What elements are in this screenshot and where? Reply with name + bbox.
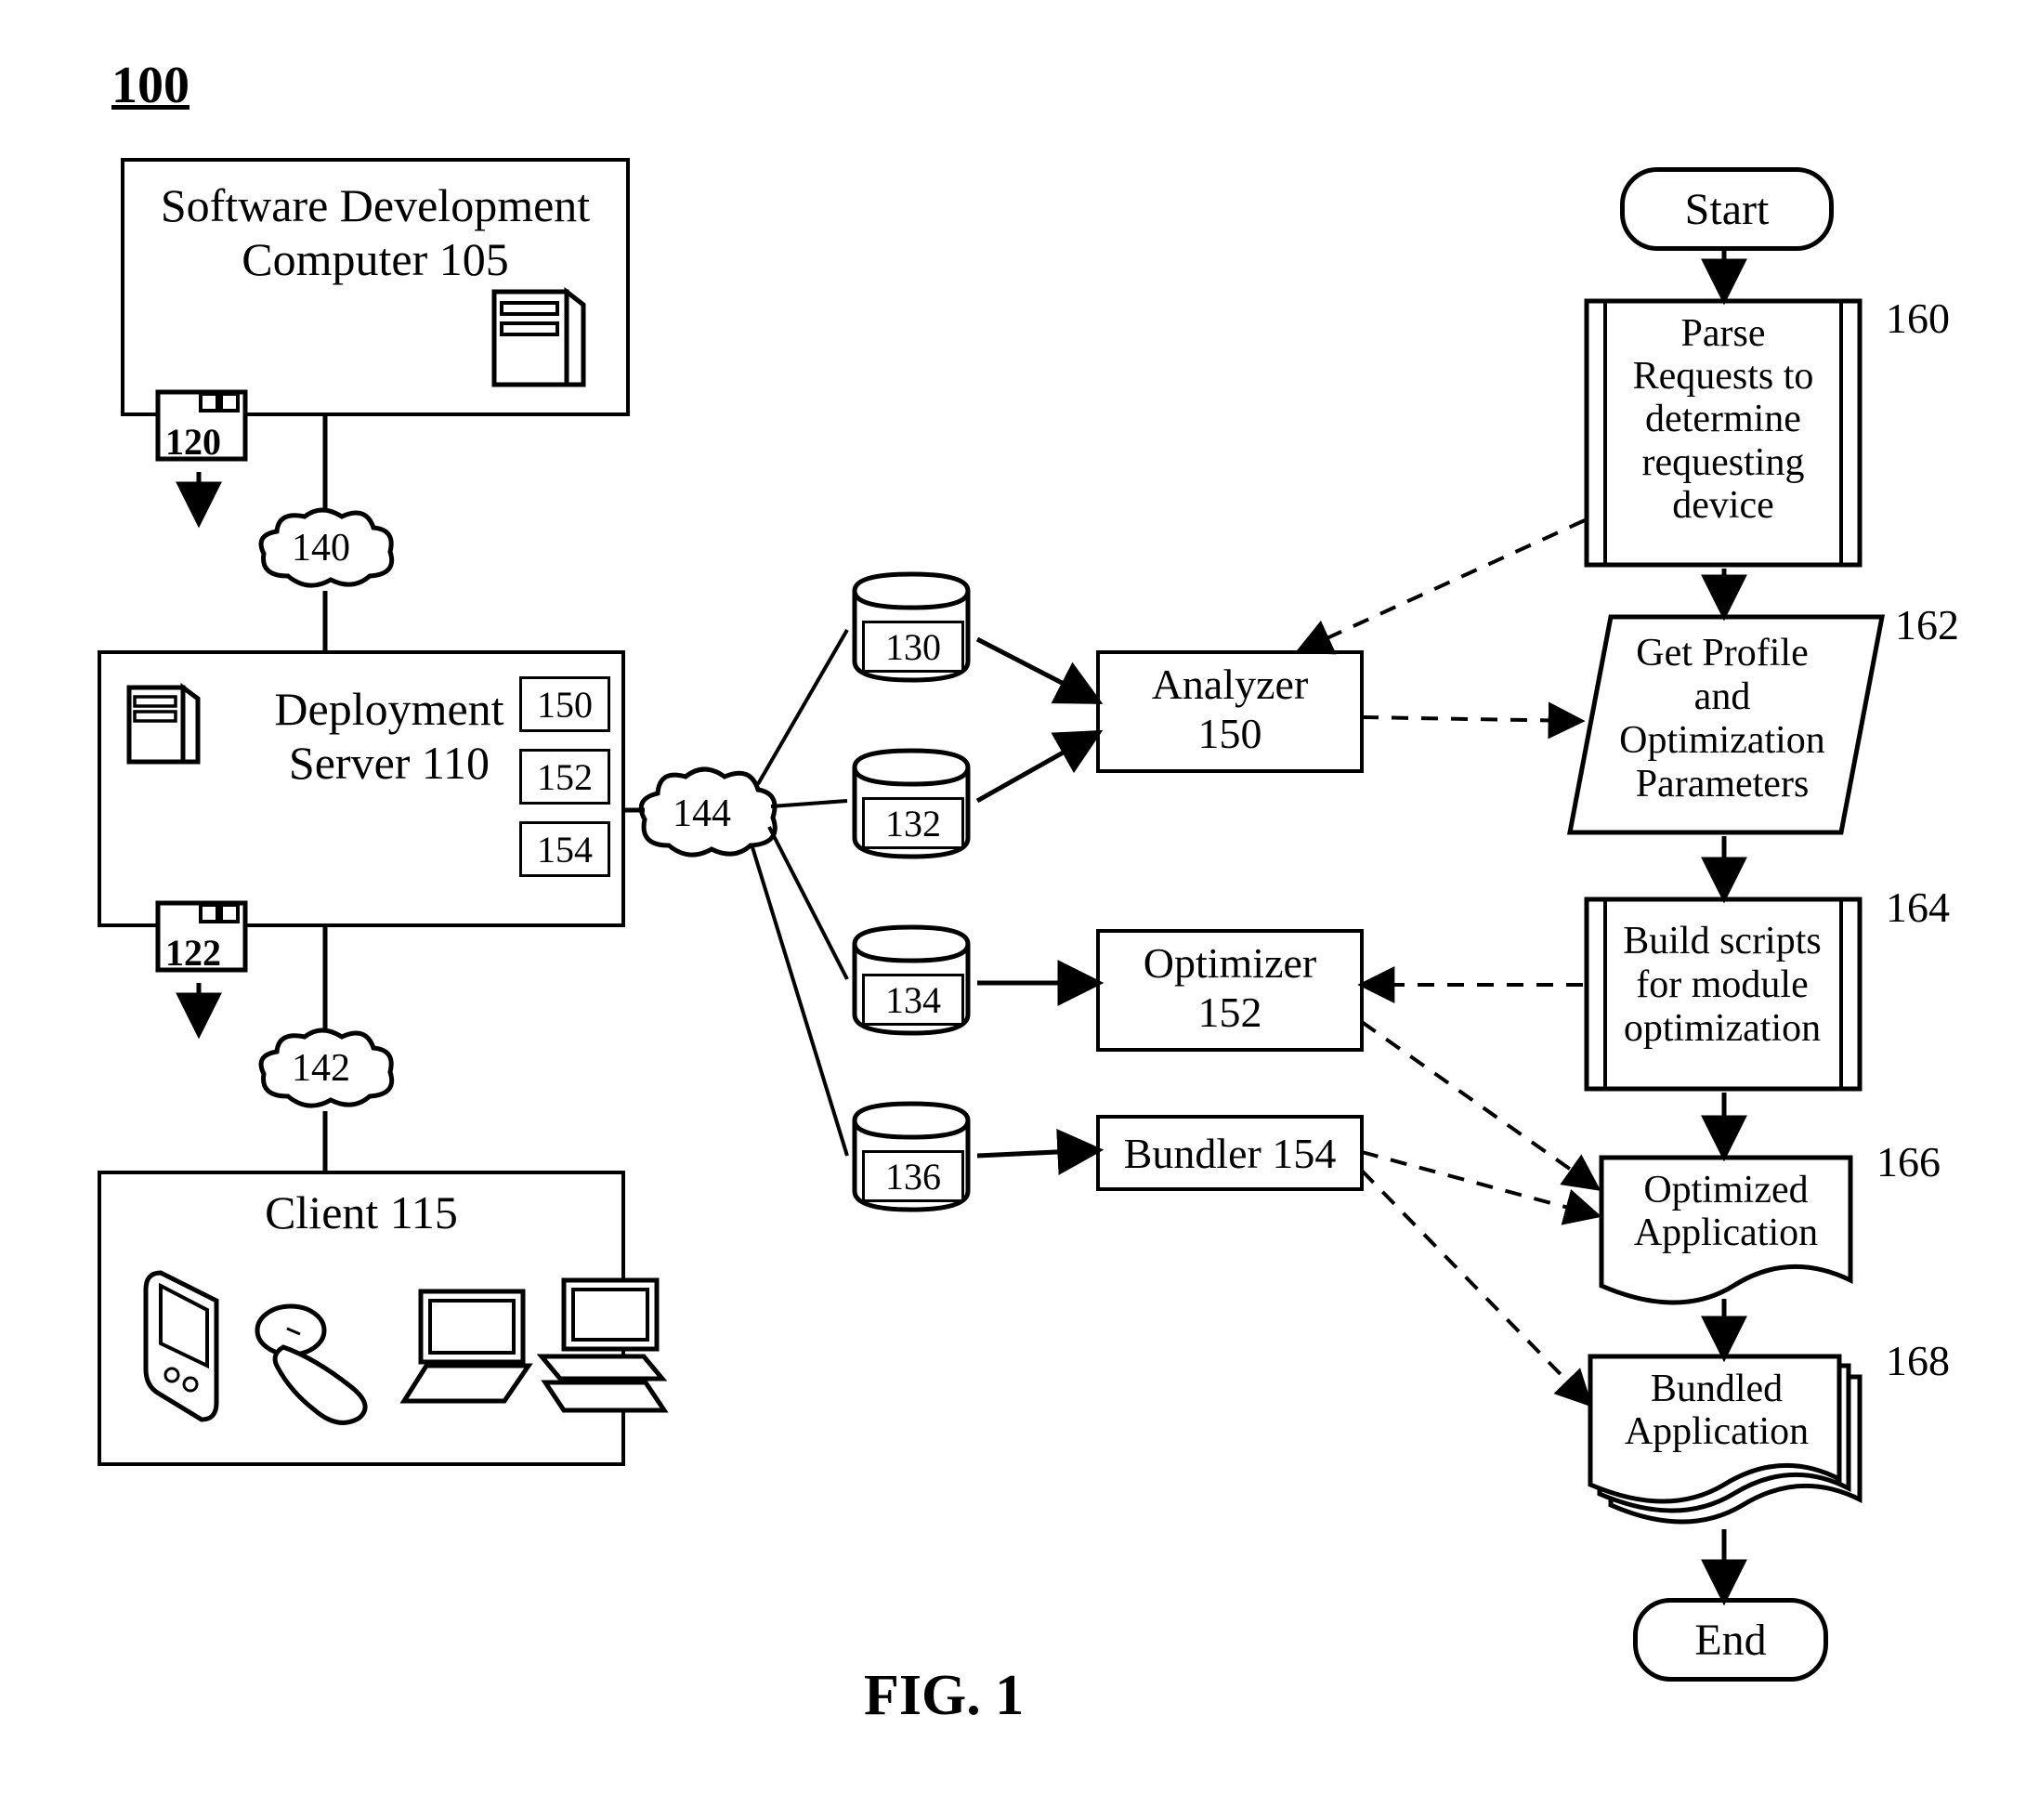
figure-caption: FIG. 1 <box>864 1663 1024 1729</box>
connectors <box>0 0 2039 1820</box>
figure-1: 100 Software Development Computer 105 12… <box>0 0 2039 1820</box>
